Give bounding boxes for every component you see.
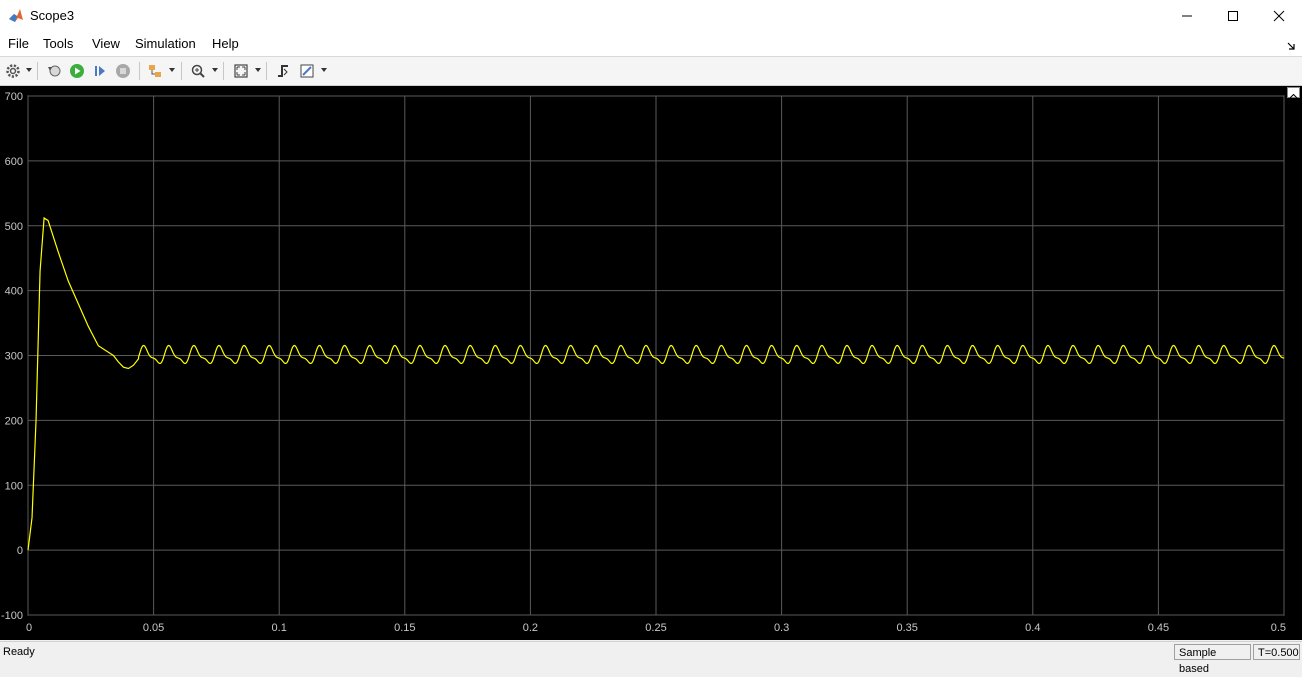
menu-simulation[interactable]: Simulation: [135, 36, 196, 51]
x-tick-label: 0.5: [1271, 622, 1286, 634]
restore-simulation-button[interactable]: [44, 61, 64, 81]
scope-plot: -1000100200300400500600700 0 0.05 0.1 0.15 0…: [1, 91, 1286, 634]
title-bar: Scope3: [0, 0, 1302, 31]
measurements-icon: [300, 64, 314, 78]
toolbar-separator: [37, 62, 38, 80]
y-tick-label: 400: [5, 286, 23, 298]
status-bar: Ready Sample based T=0.500: [0, 641, 1302, 675]
stop-button[interactable]: [113, 61, 133, 81]
close-button[interactable]: [1256, 0, 1302, 31]
menu-tools[interactable]: Tools: [43, 36, 73, 51]
x-tick-label: 0.4: [1025, 622, 1040, 634]
status-text: Ready: [3, 646, 35, 658]
zoom-dropdown-arrow[interactable]: [212, 68, 218, 72]
toolbar-separator: [266, 62, 267, 80]
expand-axes-button[interactable]: [1287, 87, 1300, 99]
window-title: Scope3: [30, 8, 75, 23]
run-icon: [70, 64, 84, 78]
y-tick-label: 700: [5, 91, 23, 103]
minimize-icon: [1182, 15, 1192, 16]
x-tick-label: 0.1: [272, 622, 287, 634]
toolbar-separator: [181, 62, 182, 80]
sample-mode-label: Sample based: [1174, 644, 1251, 675]
restore-sim-icon: [48, 65, 61, 77]
menu-bar: File Tools View Simulation Help: [0, 31, 1302, 57]
matlab-icon: [8, 8, 24, 24]
x-tick-labels: 0 0.05 0.1 0.15 0.2 0.25 0.3 0.35 0.4 0.45 0.5: [26, 622, 1286, 634]
menu-file[interactable]: File: [8, 36, 29, 51]
x-tick-label: 0.2: [523, 622, 538, 634]
undock-arrow-icon[interactable]: [1286, 38, 1296, 56]
x-tick-label: 0: [26, 622, 32, 634]
triggers-button[interactable]: [273, 61, 293, 81]
stop-icon: [116, 64, 130, 78]
gear-icon: [6, 64, 20, 78]
zoom-in-button[interactable]: [188, 61, 208, 81]
menu-view[interactable]: View: [92, 36, 120, 51]
y-tick-label: 0: [17, 545, 23, 557]
settings-button[interactable]: [3, 61, 23, 81]
menu-help[interactable]: Help: [212, 36, 239, 51]
y-tick-label: 200: [5, 415, 23, 427]
y-tick-label: 500: [5, 221, 23, 233]
y-tick-label: 600: [5, 156, 23, 168]
toolbar-separator: [223, 62, 224, 80]
y-tick-label: 100: [5, 480, 23, 492]
minimize-button[interactable]: [1164, 0, 1210, 31]
maximize-button[interactable]: [1210, 0, 1256, 31]
scope-display[interactable]: -100 0 100 200 300 400 500 600 700 0 0.05 0.1 0.15 0…: [0, 86, 1302, 640]
measurements-button[interactable]: [297, 61, 317, 81]
x-tick-label: 0.45: [1148, 622, 1169, 634]
settings-dropdown-arrow[interactable]: [26, 68, 32, 72]
run-button[interactable]: [67, 61, 87, 81]
autoscale-dropdown-arrow[interactable]: [255, 68, 261, 72]
triggers-icon: [278, 65, 288, 77]
x-tick-label: 0.15: [394, 622, 415, 634]
sim-time-label: T=0.500: [1253, 644, 1300, 660]
autoscale-button[interactable]: [231, 61, 251, 81]
maximize-icon: [1228, 10, 1238, 21]
toolbar: [0, 57, 1302, 86]
zoom-in-icon: [191, 64, 205, 78]
step-forward-icon: [95, 66, 105, 76]
x-tick-label: 0.25: [645, 622, 666, 634]
toolbar-separator: [139, 62, 140, 80]
step-forward-button[interactable]: [90, 61, 110, 81]
highlight-button[interactable]: [145, 61, 165, 81]
x-tick-label: 0.05: [143, 622, 164, 634]
highlight-icon: [149, 65, 161, 77]
measurements-dropdown-arrow[interactable]: [321, 68, 327, 72]
y-tick-label: 300: [5, 351, 23, 363]
x-tick-label: 0.35: [896, 622, 917, 634]
y-tick-label: -100: [1, 610, 23, 622]
y-tick-labels: -100 0 100 200 300 400 500 600 700: [1, 91, 23, 622]
autoscale-icon: [234, 64, 248, 78]
close-icon: [1273, 10, 1285, 21]
expand-icon: [1289, 93, 1298, 99]
highlight-dropdown-arrow[interactable]: [169, 68, 175, 72]
x-tick-label: 0.3: [774, 622, 789, 634]
